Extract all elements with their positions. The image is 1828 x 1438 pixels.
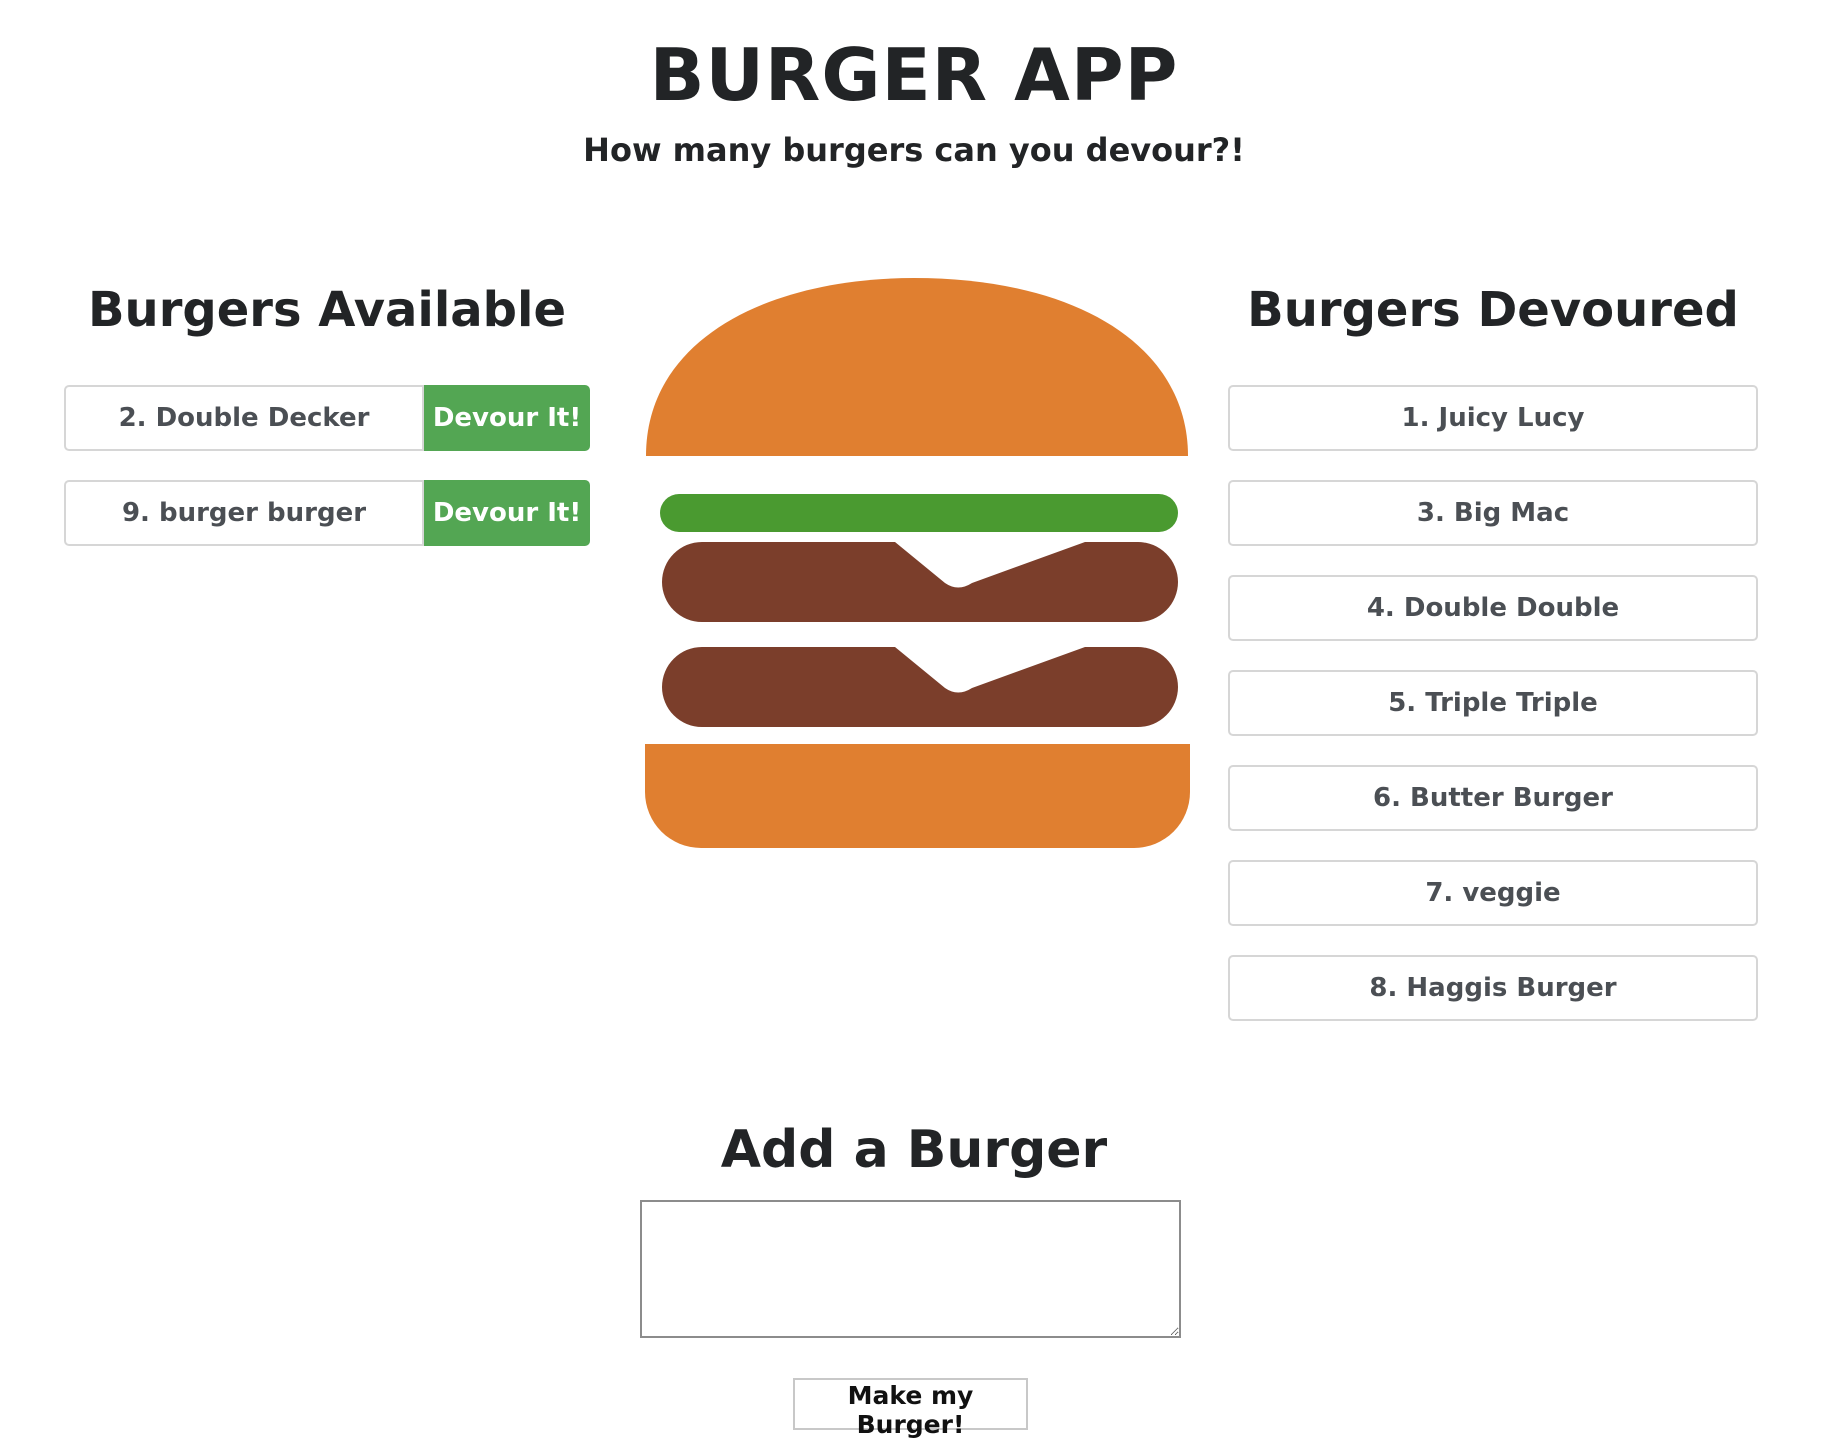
- patty-shape: [662, 647, 1178, 727]
- devoured-burger-item: 4. Double Double: [1228, 575, 1758, 641]
- add-burger-heading: Add a Burger: [720, 1120, 1108, 1180]
- top-bun-shape: [646, 278, 1188, 456]
- make-burger-button[interactable]: Make my Burger!: [793, 1378, 1028, 1438]
- available-burger-name: 2. Double Decker: [64, 385, 424, 451]
- app-title: BURGER APP: [649, 33, 1179, 117]
- available-burger-name: 9. burger burger: [64, 480, 424, 546]
- burger-name-textarea[interactable]: [640, 1200, 1181, 1338]
- burger-app-page: BURGER APP How many burgers can you devo…: [0, 0, 1828, 1438]
- devoured-burger-item: 1. Juicy Lucy: [1228, 385, 1758, 451]
- patty-shape: [662, 542, 1178, 622]
- bottom-bun-shape: [645, 744, 1190, 848]
- devour-button[interactable]: Devour It!: [424, 480, 590, 546]
- devoured-burger-item: 5. Triple Triple: [1228, 670, 1758, 736]
- devoured-burger-item: 6. Butter Burger: [1228, 765, 1758, 831]
- devour-button[interactable]: Devour It!: [424, 385, 590, 451]
- available-burger-row: 2. Double Decker Devour It!: [64, 385, 590, 451]
- available-burgers-list: 2. Double Decker Devour It! 9. burger bu…: [64, 385, 590, 575]
- burger-icon: [645, 278, 1190, 848]
- app-subtitle: How many burgers can you devour?!: [583, 131, 1245, 169]
- devoured-burger-item: 3. Big Mac: [1228, 480, 1758, 546]
- available-burger-row: 9. burger burger Devour It!: [64, 480, 590, 546]
- devoured-burger-item: 8. Haggis Burger: [1228, 955, 1758, 1021]
- devoured-burger-item: 7. veggie: [1228, 860, 1758, 926]
- available-heading: Burgers Available: [87, 282, 567, 338]
- lettuce-shape: [660, 494, 1178, 532]
- devoured-heading: Burgers Devoured: [1247, 282, 1739, 338]
- devoured-burgers-list: 1. Juicy Lucy 3. Big Mac 4. Double Doubl…: [1228, 385, 1758, 1050]
